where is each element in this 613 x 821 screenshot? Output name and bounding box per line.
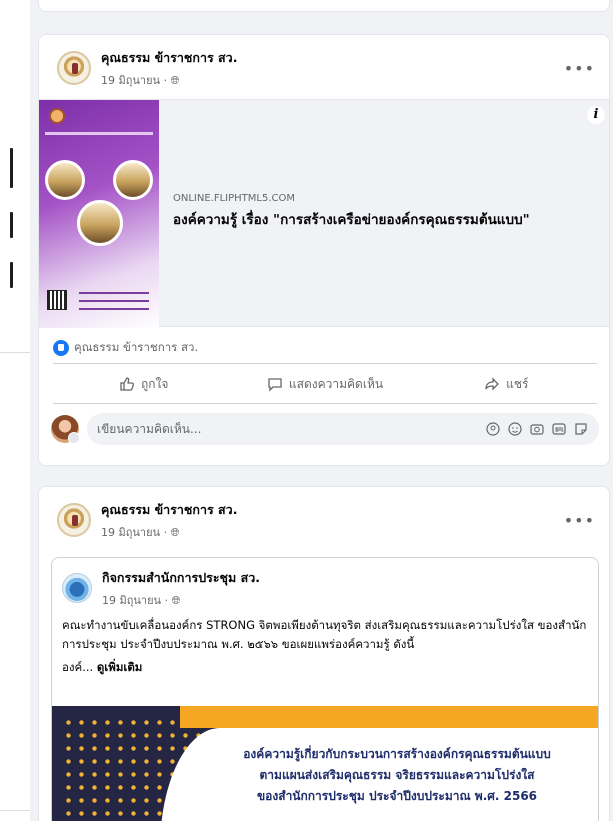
like-reaction-icon <box>53 340 69 356</box>
like-label: ถูกใจ <box>140 376 169 391</box>
link-domain: ONLINE.FLIPHTML5.COM <box>173 193 296 204</box>
post-header: คุณธรรม ข้าราชการ สว. 19 มิถุนายน · 🌐︎ •… <box>39 487 609 543</box>
separator-dot: · <box>163 525 171 539</box>
left-divider-mark <box>10 212 13 238</box>
poster-photo <box>45 160 85 200</box>
avatar-sticker-icon[interactable] <box>485 421 501 437</box>
banner-text: องค์ความรู้เกี่ยวกับกระบวนการสร้างองค์กร… <box>202 744 592 807</box>
poster-footer-line <box>79 308 149 310</box>
reaction-name[interactable]: คุณธรรม ข้าราชการ สว. <box>74 339 198 357</box>
left-card-border <box>0 810 30 811</box>
shared-post-body: คณะทำงานขับเคลื่อนองค์กร STRONG จิตพอเพี… <box>52 608 598 677</box>
post-header: คุณธรรม ข้าราชการ สว. 19 มิถุนายน · 🌐︎ •… <box>39 35 609 91</box>
link-text: ONLINE.FLIPHTML5.COM องค์ความรู้ เรื่อง … <box>159 100 530 326</box>
post-meta: 19 มิถุนายน · 🌐︎ <box>101 523 237 541</box>
left-divider-mark <box>10 148 13 188</box>
see-more-link[interactable]: ดูเพิ่มเติม <box>97 660 143 674</box>
shared-post[interactable]: กิจกรรมสำนักการประชุม สว. 19 มิถุนายน · … <box>51 557 599 821</box>
post-card: คุณธรรม ข้าราชการ สว. 19 มิถุนายน · 🌐︎ •… <box>38 486 610 821</box>
shared-post-header: กิจกรรมสำนักการประชุม สว. 19 มิถุนายน · … <box>52 558 598 608</box>
post-text: คณะทำงานขับเคลื่อนองค์กร STRONG จิตพอเพี… <box>62 618 587 651</box>
comment-input[interactable]: เขียนความคิดเห็น... <box>87 413 599 445</box>
poster-logo <box>49 108 65 124</box>
camera-icon[interactable] <box>529 421 545 437</box>
post-author[interactable]: คุณธรรม ข้าราชการ สว. <box>101 48 237 68</box>
banner-line: ตามแผนส่งเสริมคุณธรรม จริยธรรมและความโปร… <box>259 768 535 782</box>
globe-icon: 🌐︎ <box>170 525 180 539</box>
separator-dot: · <box>163 73 171 87</box>
poster-footer-line <box>79 300 149 302</box>
post-card: คุณธรรม ข้าราชการ สว. 19 มิถุนายน · 🌐︎ •… <box>38 34 610 466</box>
previous-post-card <box>38 0 610 12</box>
emoji-icon[interactable] <box>507 421 523 437</box>
user-avatar[interactable] <box>51 415 80 444</box>
banner-line: องค์ความรู้เกี่ยวกับกระบวนการสร้างองค์กร… <box>243 747 551 761</box>
comment-placeholder: เขียนความคิดเห็น... <box>97 421 202 436</box>
post-date[interactable]: 19 มิถุนายน <box>101 74 160 87</box>
poster-subtitle-line <box>45 132 153 135</box>
divider <box>53 403 597 404</box>
left-divider-mark <box>10 262 13 288</box>
shared-post-meta: 19 มิถุนายน · 🌐︎ <box>102 591 260 609</box>
like-button[interactable]: ถูกใจ <box>53 369 234 399</box>
comment-composer: เขียนความคิดเห็น... <box>51 411 599 447</box>
share-label: แชร์ <box>506 376 529 391</box>
gif-icon[interactable] <box>551 421 567 437</box>
share-button[interactable]: แชร์ <box>416 369 597 399</box>
globe-icon: 🌐︎ <box>171 593 181 607</box>
link-preview[interactable]: ONLINE.FLIPHTML5.COM องค์ความรู้ เรื่อง … <box>39 99 609 328</box>
comment-button[interactable]: แสดงความคิดเห็น <box>234 369 415 399</box>
comment-label: แสดงความคิดเห็น <box>288 376 384 391</box>
reaction-summary[interactable]: คุณธรรม ข้าราชการ สว. <box>53 339 198 357</box>
separator-dot: · <box>164 593 172 607</box>
poster-photo <box>77 200 123 246</box>
globe-icon: 🌐︎ <box>170 73 180 87</box>
thumbs-up-icon <box>120 377 134 391</box>
left-card-border <box>0 352 30 353</box>
qr-code-icon <box>47 290 67 310</box>
post-actions: ถูกใจ แสดงความคิดเห็น แชร์ <box>53 369 597 399</box>
share-arrow-icon <box>485 377 500 391</box>
more-options-button[interactable]: ••• <box>564 511 595 530</box>
shared-author-avatar[interactable] <box>62 573 92 603</box>
post-image-banner[interactable]: องค์ความรู้เกี่ยวกับกระบวนการสร้างองค์กร… <box>52 706 598 821</box>
poster-footer-line <box>79 292 149 294</box>
truncated-text: องค์... <box>62 660 94 674</box>
sticker-icon[interactable] <box>573 421 589 437</box>
link-thumbnail <box>39 100 159 328</box>
post-date[interactable]: 19 มิถุนายน <box>101 526 160 539</box>
author-avatar[interactable] <box>57 503 91 537</box>
banner-accent-bar <box>180 706 598 728</box>
post-meta: 19 มิถุนายน · 🌐︎ <box>101 71 237 89</box>
poster-photo <box>113 160 153 200</box>
divider <box>53 363 597 364</box>
post-author[interactable]: คุณธรรม ข้าราชการ สว. <box>101 500 237 520</box>
link-title[interactable]: องค์ความรู้ เรื่อง "การสร้างเครือข่ายองค… <box>173 208 530 230</box>
banner-line: ของสำนักการประชุม ประจำปีงบประมาณ พ.ศ. 2… <box>256 789 538 803</box>
left-column <box>0 0 30 821</box>
comment-bubble-icon <box>268 378 282 392</box>
author-avatar[interactable] <box>57 51 91 85</box>
shared-post-date[interactable]: 19 มิถุนายน <box>102 594 161 607</box>
post-truncation: องค์... ดูเพิ่มเติม <box>62 658 588 677</box>
info-icon[interactable]: i <box>587 106 605 124</box>
shared-post-author[interactable]: กิจกรรมสำนักการประชุม สว. <box>102 568 260 588</box>
more-options-button[interactable]: ••• <box>564 59 595 78</box>
